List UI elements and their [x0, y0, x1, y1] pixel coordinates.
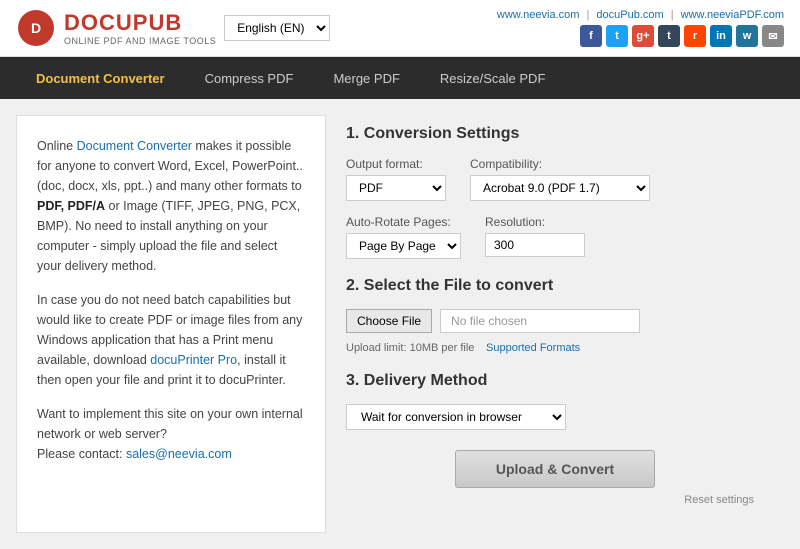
logo-name: DOCUPUB [64, 10, 216, 36]
compatibility-select[interactable]: Acrobat 9.0 (PDF 1.7) Acrobat 8.0 (PDF 1… [470, 175, 650, 201]
upload-limit-text: Upload limit: 10MB per file [346, 342, 474, 354]
neeviapdf-link[interactable]: www.neeviaPDF.com [681, 9, 784, 21]
choose-file-button[interactable]: Choose File [346, 309, 432, 333]
upload-convert-button[interactable]: Upload & Convert [455, 450, 655, 488]
logo-prefix: DOCU [64, 10, 133, 35]
top-bar: D DOCUPUB ONLINE PDF AND IMAGE TOOLS Eng… [0, 0, 800, 57]
autorotate-select[interactable]: Page By Page None All [346, 233, 461, 259]
svg-text:D: D [31, 20, 41, 36]
top-right: www.neevia.com | docuPub.com | www.neevi… [497, 9, 784, 47]
main-content: Online Document Converter makes it possi… [0, 99, 800, 549]
social-icons-bar: f t g+ t r in w ✉ [580, 25, 784, 47]
language-select[interactable]: English (EN) [224, 15, 330, 41]
section1-title: 1. Conversion Settings [346, 125, 764, 143]
top-links: www.neevia.com | docuPub.com | www.neevi… [497, 9, 784, 21]
sales-email-link[interactable]: sales@neevia.com [126, 447, 232, 461]
output-format-select[interactable]: PDF PDF/A TIFF JPEG PNG PCX BMP [346, 175, 446, 201]
resolution-label: Resolution: [485, 215, 585, 229]
compatibility-label: Compatibility: [470, 157, 650, 171]
nav-compress-pdf[interactable]: Compress PDF [185, 59, 314, 98]
googleplus-icon[interactable]: g+ [632, 25, 654, 47]
autorotate-label: Auto-Rotate Pages: [346, 215, 461, 229]
logo-area: D DOCUPUB ONLINE PDF AND IMAGE TOOLS Eng… [16, 8, 330, 48]
output-compatibility-row: Output format: PDF PDF/A TIFF JPEG PNG P… [346, 157, 764, 201]
delivery-method-row: Wait for conversion in browser Email Dow… [346, 404, 764, 430]
nav-merge-pdf[interactable]: Merge PDF [313, 59, 419, 98]
nav-resize-pdf[interactable]: Resize/Scale PDF [420, 59, 565, 98]
tumblr-icon[interactable]: t [658, 25, 680, 47]
section-conversion-settings: 1. Conversion Settings Output format: PD… [346, 125, 764, 259]
section2-title: 2. Select the File to convert [346, 277, 764, 295]
docupub-link[interactable]: docuPub.com [596, 9, 663, 21]
autorotate-group: Auto-Rotate Pages: Page By Page None All [346, 215, 461, 259]
output-format-label: Output format: [346, 157, 446, 171]
wordpress-icon[interactable]: w [736, 25, 758, 47]
file-chooser-row: Choose File No file chosen [346, 309, 764, 333]
logo-icon: D [16, 8, 56, 48]
upload-info-row: Upload limit: 10MB per file Supported Fo… [346, 339, 764, 354]
reddit-icon[interactable]: r [684, 25, 706, 47]
logo-text: DOCUPUB ONLINE PDF AND IMAGE TOOLS [64, 10, 216, 46]
linkedin-icon[interactable]: in [710, 25, 732, 47]
section-delivery-method: 3. Delivery Method Wait for conversion i… [346, 372, 764, 430]
contact-paragraph: Want to implement this site on your own … [37, 404, 305, 464]
resolution-group: Resolution: [485, 215, 585, 259]
docuprinter-link[interactable]: docuPrinter Pro [150, 353, 237, 367]
intro-paragraph: Online Document Converter makes it possi… [37, 136, 305, 276]
facebook-icon[interactable]: f [580, 25, 602, 47]
separator1: | [587, 9, 590, 21]
left-panel: Online Document Converter makes it possi… [16, 115, 326, 533]
autorotate-resolution-row: Auto-Rotate Pages: Page By Page None All… [346, 215, 764, 259]
logo-subtitle: ONLINE PDF AND IMAGE TOOLS [64, 36, 216, 46]
compatibility-group: Compatibility: Acrobat 9.0 (PDF 1.7) Acr… [470, 157, 650, 201]
section3-title: 3. Delivery Method [346, 372, 764, 390]
delivery-method-select[interactable]: Wait for conversion in browser Email Dow… [346, 404, 566, 430]
nav-document-converter[interactable]: Document Converter [16, 59, 185, 98]
separator2: | [671, 9, 674, 21]
supported-formats-link[interactable]: Supported Formats [486, 342, 580, 354]
email-icon[interactable]: ✉ [762, 25, 784, 47]
doc-converter-link[interactable]: Document Converter [77, 139, 192, 153]
file-name-display: No file chosen [440, 309, 640, 333]
docuprinter-paragraph: In case you do not need batch capabiliti… [37, 290, 305, 390]
output-format-group: Output format: PDF PDF/A TIFF JPEG PNG P… [346, 157, 446, 201]
section-select-file: 2. Select the File to convert Choose Fil… [346, 277, 764, 354]
reset-settings-link[interactable]: Reset settings [346, 494, 754, 506]
resolution-input[interactable] [485, 233, 585, 257]
twitter-icon[interactable]: t [606, 25, 628, 47]
right-panel: 1. Conversion Settings Output format: PD… [326, 115, 784, 533]
nav-bar: Document Converter Compress PDF Merge PD… [0, 57, 800, 99]
neevia-link[interactable]: www.neevia.com [497, 9, 580, 21]
logo-suffix: PUB [133, 10, 182, 35]
